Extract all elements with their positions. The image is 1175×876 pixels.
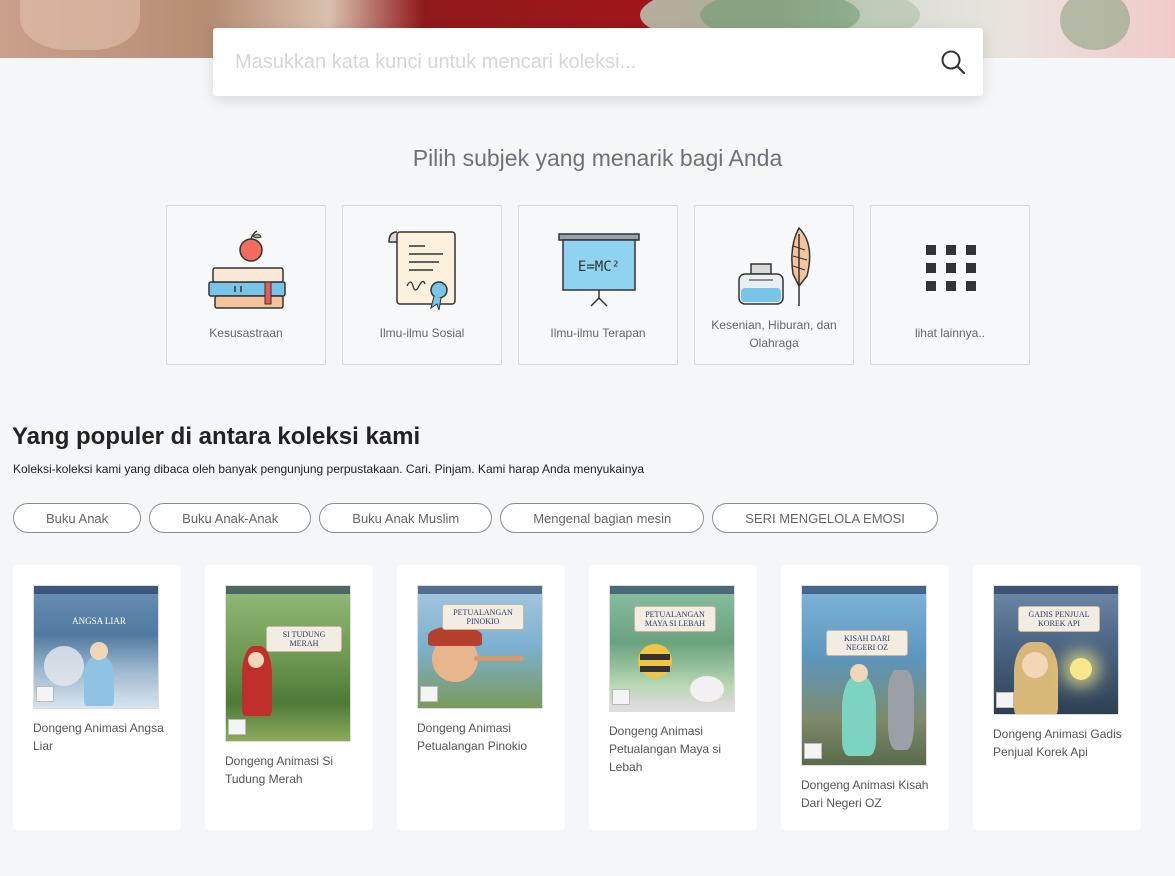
book-list: Angsa Liar Dongeng Animasi Angsa Liar Si… — [13, 565, 1141, 830]
subjects-heading: Pilih subjek yang menarik bagi Anda — [412, 145, 783, 171]
ink-quill-icon — [725, 220, 825, 316]
book-title[interactable]: Dongeng Animasi Gadis Penjual Korek Api — [993, 725, 1129, 761]
book-title[interactable]: Dongeng Animasi Petualangan Maya si Leba… — [609, 722, 745, 776]
subject-list: Kesusastraan Ilmu-ilmu Sosial E=MC² Ilmu… — [166, 205, 1030, 365]
section-title: Yang populer di antara koleksi kami — [12, 423, 421, 450]
presentation-board-icon: E=MC² — [549, 220, 649, 316]
subject-label: Kesusastraan — [209, 326, 283, 340]
tag-buku-anak-muslim[interactable]: Buku Anak Muslim — [319, 503, 493, 533]
book-card[interactable]: Gadis Penjual Korek Api Dongeng Animasi … — [973, 565, 1141, 830]
tag-mengenal-bagian-mesin[interactable]: Mengenal bagian mesin — [500, 503, 705, 533]
section-description: Koleksi-koleksi kami yang dibaca oleh ba… — [13, 462, 645, 476]
grid-dots-icon — [901, 220, 1001, 316]
book-title[interactable]: Dongeng Animasi Si Tudung Merah — [225, 752, 361, 788]
book-card[interactable]: Angsa Liar Dongeng Animasi Angsa Liar — [13, 565, 181, 830]
search-bar — [213, 28, 983, 96]
certificate-scroll-icon — [373, 220, 473, 316]
cover-title: Kisah dari Negeri Oz — [826, 630, 908, 656]
book-cover-image[interactable]: Kisah dari Negeri Oz — [801, 585, 927, 766]
book-cover-image[interactable]: Gadis Penjual Korek Api — [993, 585, 1119, 715]
cover-title: Angsa Liar — [72, 615, 126, 626]
book-title[interactable]: Dongeng Animasi Petualangan Pinokio — [417, 719, 553, 755]
search-icon — [941, 50, 966, 75]
cover-title: Petualangan Pinokio — [442, 604, 524, 630]
subject-label: Ilmu-ilmu Terapan — [550, 326, 646, 340]
book-title[interactable]: Dongeng Animasi Kisah Dari Negeri OZ — [801, 776, 937, 812]
subject-label: Ilmu-ilmu Sosial — [379, 326, 465, 340]
board-formula: E=MC² — [578, 259, 620, 275]
subject-card-kesenian[interactable]: Kesenian, Hiburan, dan Olahraga — [694, 205, 854, 365]
book-cover-image[interactable]: Petualangan Maya si Lebah — [609, 585, 735, 712]
tag-seri-mengelola-emosi[interactable]: SERI MENGELOLA EMOSI — [712, 503, 938, 533]
cover-title: Petualangan Maya si Lebah — [634, 606, 716, 632]
search-button[interactable] — [939, 48, 967, 76]
subject-label: Kesenian, Hiburan, dan Olahraga — [711, 318, 837, 350]
subject-card-ilmu-terapan[interactable]: E=MC² Ilmu-ilmu Terapan — [518, 205, 678, 365]
cover-title: Gadis Penjual Korek Api — [1018, 606, 1100, 632]
book-card[interactable]: Petualangan Pinokio Dongeng Animasi Petu… — [397, 565, 565, 830]
tag-filter-list: Buku Anak Buku Anak-Anak Buku Anak Musli… — [13, 503, 938, 533]
book-card[interactable]: Kisah dari Negeri Oz Dongeng Animasi Kis… — [781, 565, 949, 830]
subject-card-more[interactable]: lihat lainnya.. — [870, 205, 1030, 365]
book-card[interactable]: Si Tudung Merah Dongeng Animasi Si Tudun… — [205, 565, 373, 830]
book-title[interactable]: Dongeng Animasi Angsa Liar — [33, 719, 169, 755]
search-input[interactable] — [213, 28, 913, 96]
book-cover-image[interactable]: Si Tudung Merah — [225, 585, 351, 742]
tag-buku-anak[interactable]: Buku Anak — [13, 503, 142, 533]
book-cover-image[interactable]: Angsa Liar — [33, 585, 159, 709]
subject-card-ilmu-sosial[interactable]: Ilmu-ilmu Sosial — [342, 205, 502, 365]
subject-card-kesusastraan[interactable]: Kesusastraan — [166, 205, 326, 365]
cover-title: Si Tudung Merah — [266, 626, 342, 652]
book-cover-image[interactable]: Petualangan Pinokio — [417, 585, 543, 709]
books-apple-icon — [197, 220, 297, 316]
subject-label: lihat lainnya.. — [914, 326, 986, 340]
tag-buku-anak-anak[interactable]: Buku Anak-Anak — [149, 503, 312, 533]
book-card[interactable]: Petualangan Maya si Lebah Dongeng Animas… — [589, 565, 757, 830]
